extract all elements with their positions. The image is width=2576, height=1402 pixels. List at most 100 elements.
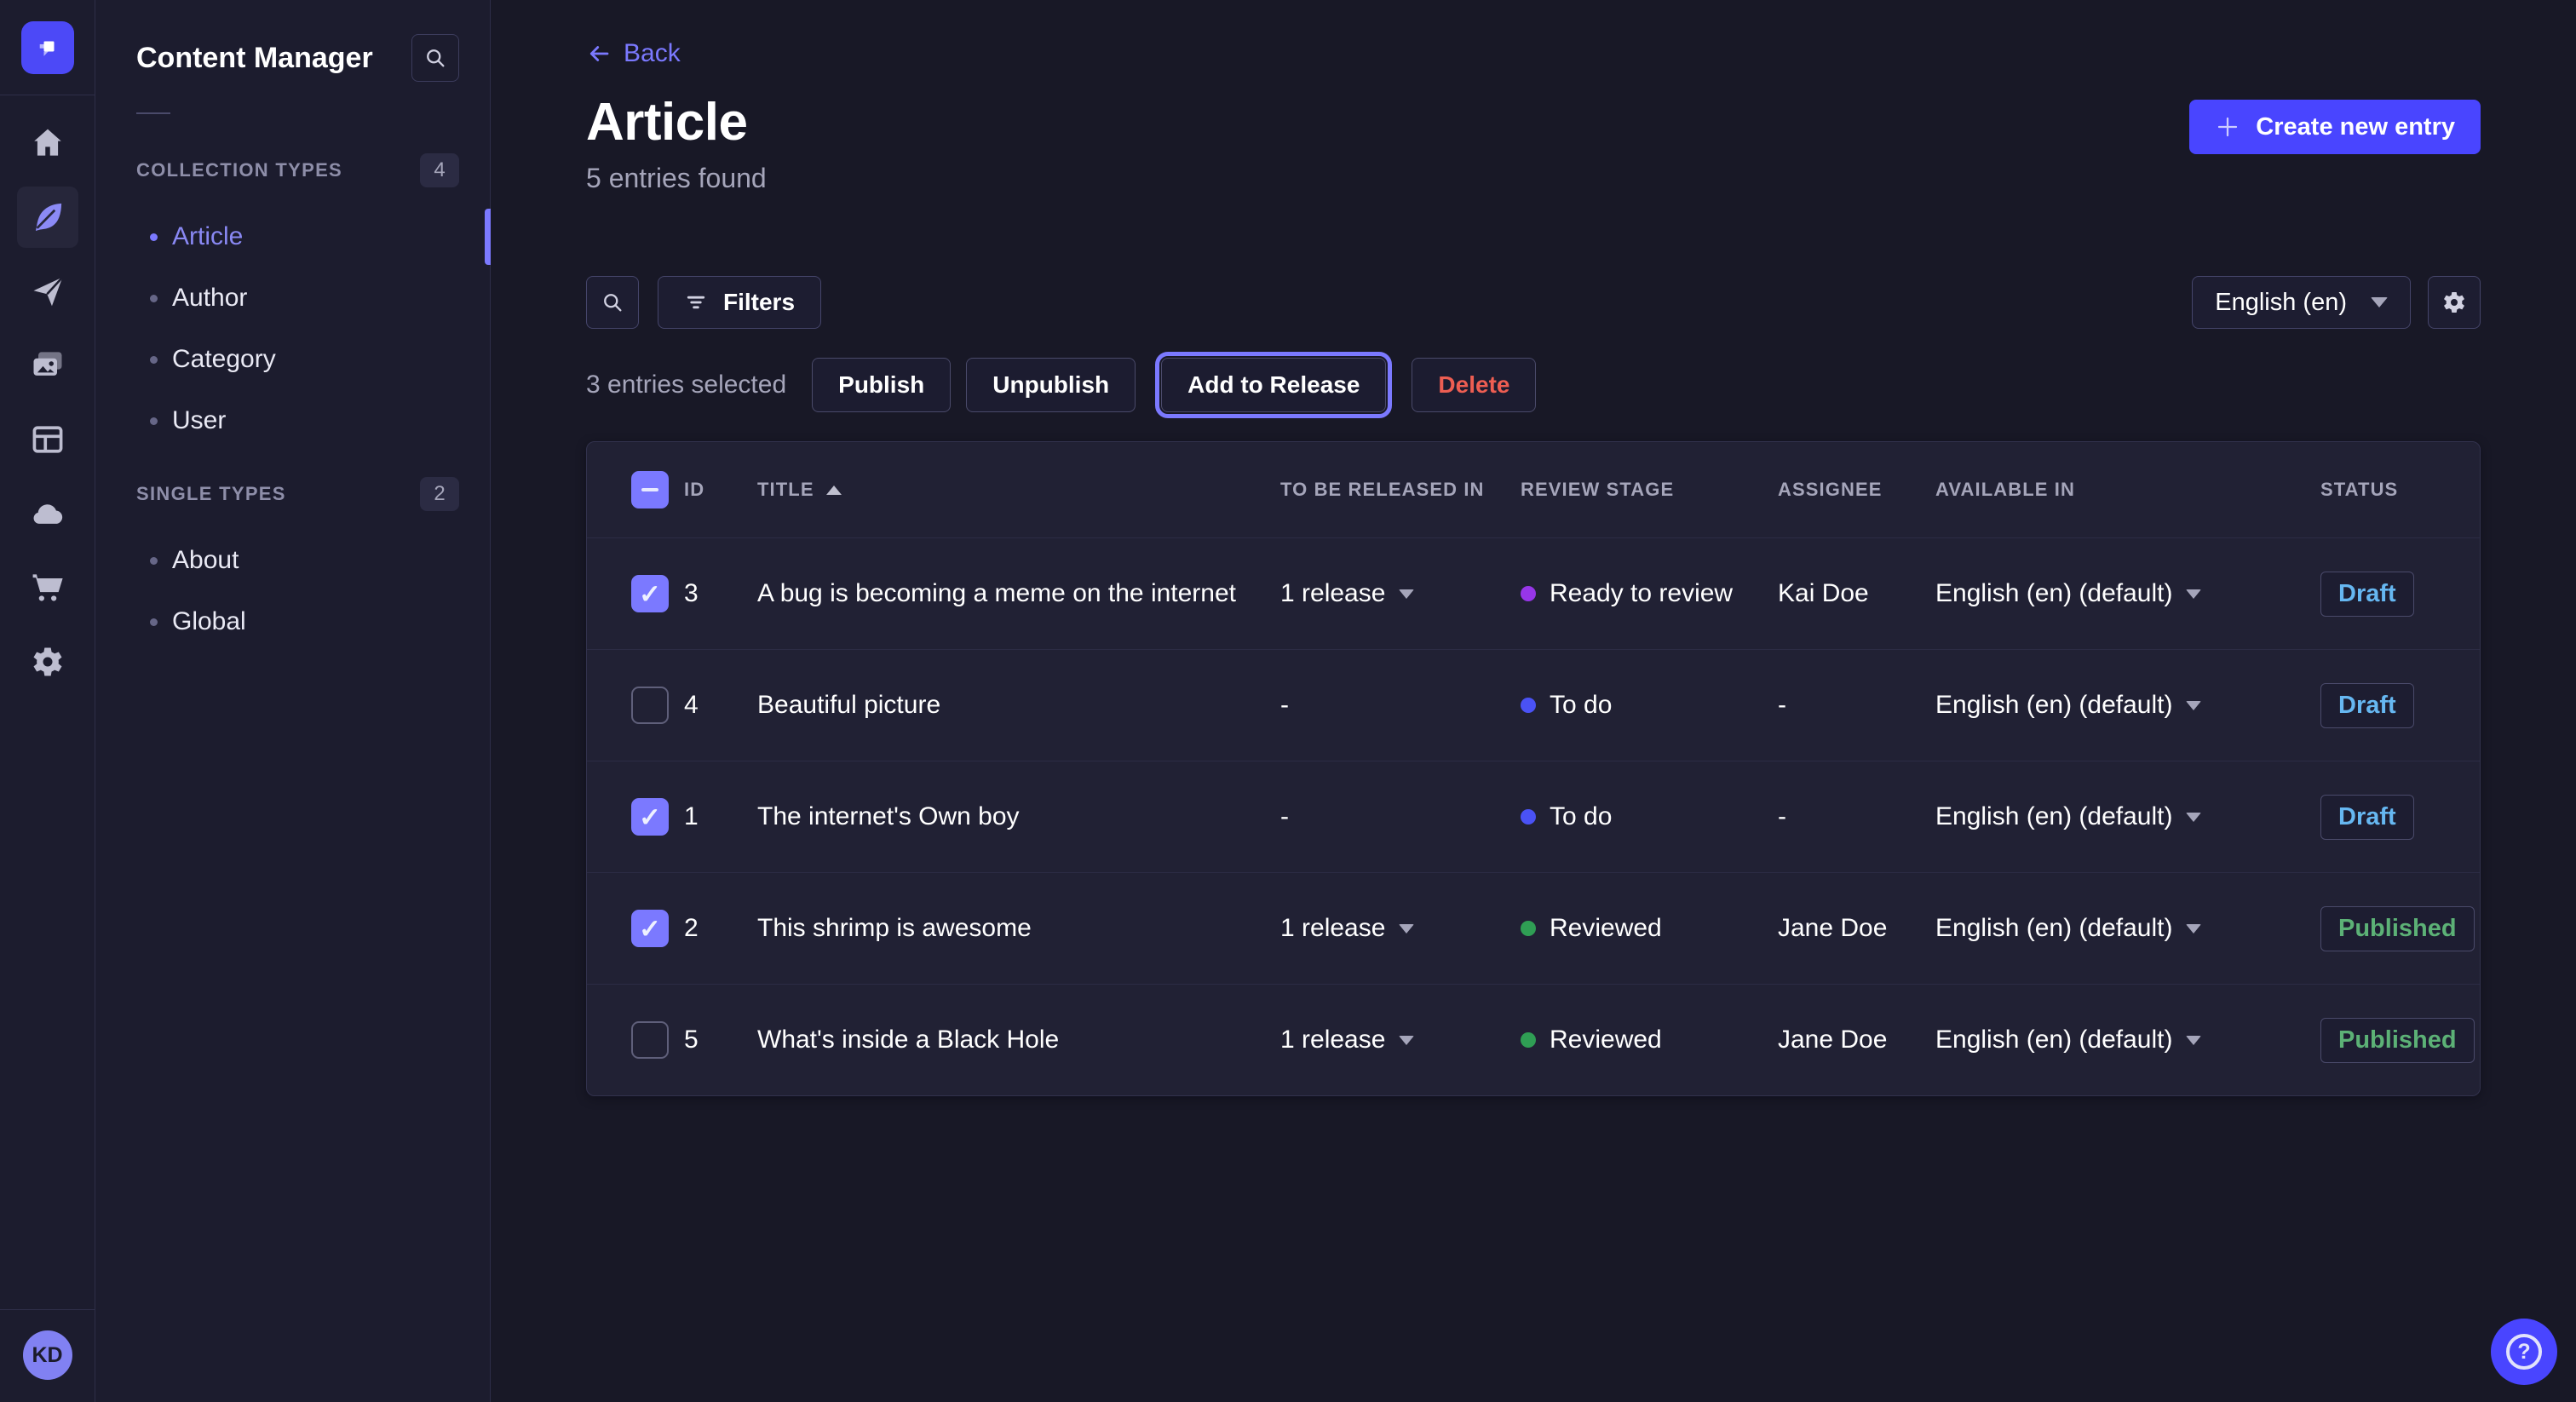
cell-id: 2 bbox=[684, 914, 757, 943]
cell-title: This shrimp is awesome bbox=[757, 914, 1280, 943]
row-checkbox[interactable]: ✓ bbox=[631, 910, 669, 947]
unpublish-button[interactable]: Unpublish bbox=[966, 358, 1136, 412]
cell-review-stage: To do bbox=[1521, 802, 1778, 831]
cell-assignee: Jane Doe bbox=[1778, 914, 1935, 943]
sidebar-item-label: Category bbox=[172, 345, 276, 374]
search-icon bbox=[423, 46, 447, 70]
cell-available-in[interactable]: English (en) (default) bbox=[1935, 1026, 2320, 1054]
logo-container bbox=[0, 0, 95, 95]
cell-available-in[interactable]: English (en) (default) bbox=[1935, 579, 2320, 608]
sidebar-item-label: User bbox=[172, 406, 226, 435]
media-library-icon[interactable] bbox=[17, 335, 78, 396]
table-row[interactable]: ✓ 2 This shrimp is awesome 1 release Rev… bbox=[587, 872, 2480, 984]
sort-asc-icon bbox=[826, 486, 842, 495]
sidebar-item-category[interactable]: Category bbox=[95, 329, 490, 390]
column-header-assignee: ASSIGNEE bbox=[1778, 479, 1935, 501]
table-header-row: ID TITLE TO BE RELEASED IN REVIEW STAGE … bbox=[587, 442, 2480, 537]
sidebar-search-button[interactable] bbox=[411, 34, 459, 82]
row-checkbox[interactable]: ✓ bbox=[631, 798, 669, 836]
back-link[interactable]: Back bbox=[586, 39, 681, 68]
release-caret-icon bbox=[1399, 924, 1414, 934]
cell-review-stage: To do bbox=[1521, 691, 1778, 720]
check-icon: ✓ bbox=[639, 916, 661, 942]
cell-id: 4 bbox=[684, 691, 757, 720]
sidebar-item-global[interactable]: Global bbox=[95, 591, 490, 652]
cell-review-stage: Reviewed bbox=[1521, 1026, 1778, 1054]
check-icon: ✓ bbox=[639, 581, 661, 607]
sidebar-item-article[interactable]: Article bbox=[95, 206, 490, 267]
filters-button[interactable]: Filters bbox=[658, 276, 821, 329]
bullet-icon bbox=[150, 557, 158, 565]
create-new-entry-button[interactable]: Create new entry bbox=[2189, 100, 2481, 154]
cell-available-in[interactable]: English (en) (default) bbox=[1935, 691, 2320, 720]
column-header-title[interactable]: TITLE bbox=[757, 479, 1280, 501]
marketplace-cart-icon[interactable] bbox=[17, 557, 78, 618]
cell-release[interactable]: 1 release bbox=[1280, 579, 1521, 608]
content-type-builder-icon[interactable] bbox=[17, 409, 78, 470]
table-row[interactable]: ✓ 4 Beautiful picture - To do - English … bbox=[587, 649, 2480, 761]
add-to-release-button[interactable]: Add to Release bbox=[1161, 358, 1386, 412]
row-checkbox[interactable]: ✓ bbox=[631, 1021, 669, 1059]
content-manager-icon[interactable] bbox=[17, 187, 78, 248]
status-badge: Draft bbox=[2320, 572, 2414, 617]
sidebar-item-label: Author bbox=[172, 284, 247, 313]
cell-id: 1 bbox=[684, 802, 757, 831]
row-checkbox[interactable]: ✓ bbox=[631, 575, 669, 612]
table-row[interactable]: ✓ 3 A bug is becoming a meme on the inte… bbox=[587, 537, 2480, 649]
locale-select[interactable]: English (en) bbox=[2192, 276, 2411, 329]
help-button[interactable]: ? bbox=[2491, 1319, 2557, 1385]
main-content: Back Article 5 entries found Create new … bbox=[491, 0, 2576, 1402]
cell-release[interactable]: 1 release bbox=[1280, 1026, 1521, 1054]
filter-icon bbox=[684, 290, 708, 314]
column-header-review-stage: REVIEW STAGE bbox=[1521, 479, 1778, 501]
review-stage-dot bbox=[1521, 921, 1536, 936]
cell-title: What's inside a Black Hole bbox=[757, 1026, 1280, 1054]
locale-caret-icon bbox=[2186, 589, 2201, 599]
table-row[interactable]: ✓ 5 What's inside a Black Hole 1 release… bbox=[587, 984, 2480, 1095]
cell-assignee: Jane Doe bbox=[1778, 1026, 1935, 1054]
view-settings-gear-button[interactable] bbox=[2428, 276, 2481, 329]
cloud-icon[interactable] bbox=[17, 483, 78, 544]
column-header-status: STATUS bbox=[2320, 479, 2480, 501]
sidebar-item-about[interactable]: About bbox=[95, 530, 490, 591]
settings-gear-icon[interactable] bbox=[17, 631, 78, 692]
publish-button[interactable]: Publish bbox=[812, 358, 951, 412]
collection-types-section: COLLECTION TYPES 4 Article Author Catego… bbox=[95, 153, 490, 451]
cell-title: Beautiful picture bbox=[757, 691, 1280, 720]
sidebar-item-author[interactable]: Author bbox=[95, 267, 490, 329]
cell-release[interactable]: 1 release bbox=[1280, 914, 1521, 943]
cell-review-stage: Reviewed bbox=[1521, 914, 1778, 943]
cell-available-in[interactable]: English (en) (default) bbox=[1935, 802, 2320, 831]
row-checkbox[interactable]: ✓ bbox=[631, 687, 669, 724]
review-stage-dot bbox=[1521, 586, 1536, 601]
column-header-release: TO BE RELEASED IN bbox=[1280, 479, 1521, 501]
select-all-checkbox[interactable] bbox=[631, 471, 669, 509]
cell-available-in[interactable]: English (en) (default) bbox=[1935, 914, 2320, 943]
collection-types-count-badge: 4 bbox=[420, 153, 459, 187]
cell-release[interactable]: - bbox=[1280, 802, 1521, 831]
delete-button[interactable]: Delete bbox=[1412, 358, 1536, 412]
cell-id: 5 bbox=[684, 1026, 757, 1054]
table-row[interactable]: ✓ 1 The internet's Own boy - To do - Eng… bbox=[587, 761, 2480, 872]
locale-caret-icon bbox=[2186, 1036, 2201, 1045]
search-button[interactable] bbox=[586, 276, 639, 329]
locale-caret-icon bbox=[2186, 924, 2201, 934]
strapi-logo-icon[interactable] bbox=[21, 21, 74, 74]
plus-icon bbox=[2215, 114, 2240, 140]
cell-assignee: Kai Doe bbox=[1778, 579, 1935, 608]
sidebar-item-user[interactable]: User bbox=[95, 390, 490, 451]
indeterminate-dash-icon bbox=[641, 488, 658, 491]
user-avatar[interactable]: KD bbox=[23, 1330, 72, 1380]
search-icon bbox=[601, 290, 624, 314]
releases-icon[interactable] bbox=[17, 261, 78, 322]
cell-release[interactable]: - bbox=[1280, 691, 1521, 720]
sidebar-title: Content Manager bbox=[136, 42, 373, 75]
selection-summary: 3 entries selected bbox=[586, 371, 786, 399]
single-types-label: SINGLE TYPES bbox=[136, 483, 286, 505]
sidebar-item-label: Global bbox=[172, 607, 246, 636]
bullet-icon bbox=[150, 295, 158, 302]
review-stage-dot bbox=[1521, 1032, 1536, 1048]
home-icon[interactable] bbox=[17, 112, 78, 174]
gear-icon bbox=[2441, 289, 2468, 316]
single-types-count-badge: 2 bbox=[420, 477, 459, 511]
